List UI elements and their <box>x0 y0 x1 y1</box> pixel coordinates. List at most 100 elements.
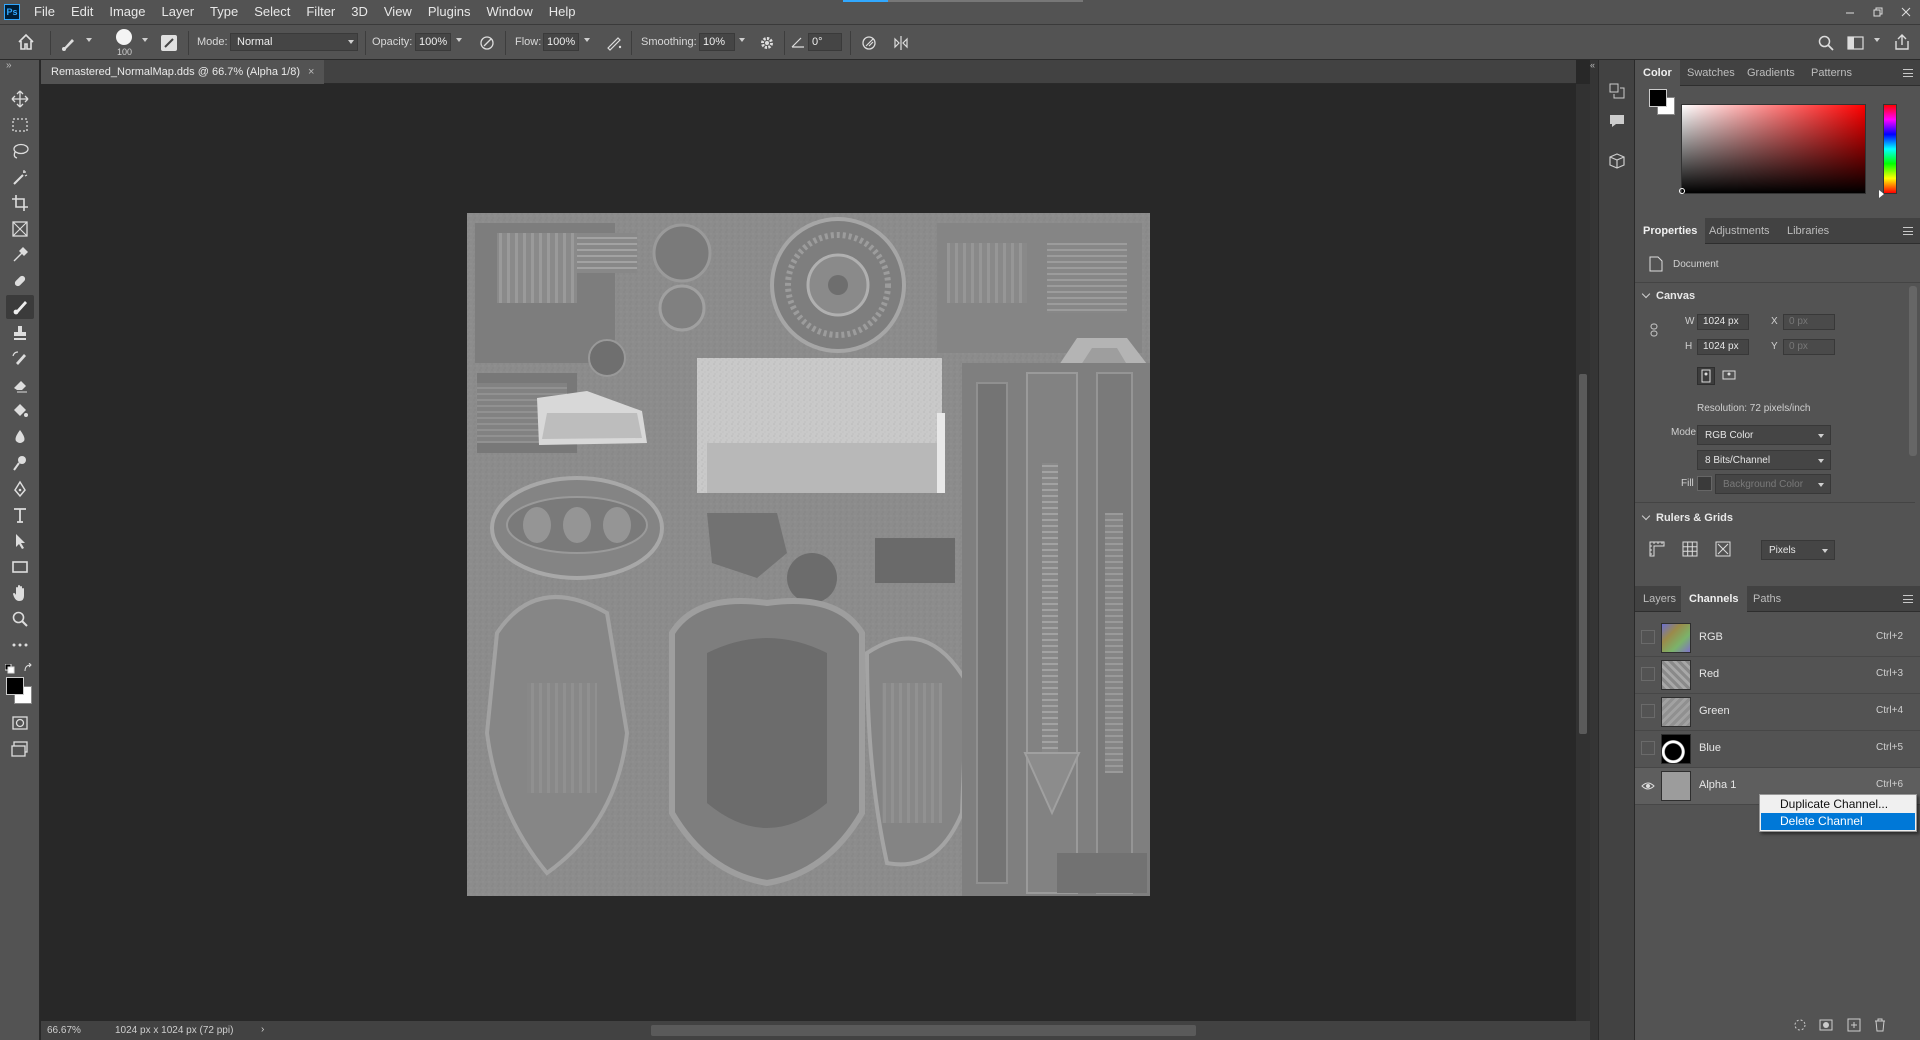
history-brush-tool-icon[interactable] <box>6 347 34 371</box>
mode-dropdown[interactable]: Normal <box>230 33 358 51</box>
hue-slider[interactable] <box>1883 104 1897 194</box>
horizontal-scroll-thumb[interactable] <box>651 1025 1196 1036</box>
dock-collapse-strip[interactable]: « <box>1590 60 1598 1040</box>
symmetry-icon[interactable] <box>892 34 910 52</box>
menu-edit[interactable]: Edit <box>63 0 101 24</box>
lasso-tool-icon[interactable] <box>6 139 34 163</box>
bit-depth-dropdown[interactable]: 8 Bits/Channel <box>1697 450 1831 470</box>
zoom-tool-icon[interactable] <box>6 607 34 631</box>
menu-plugins[interactable]: Plugins <box>420 0 479 24</box>
menu-filter[interactable]: Filter <box>298 0 343 24</box>
minimize-icon[interactable] <box>1836 0 1864 24</box>
canvas-section-header[interactable]: Canvas <box>1643 290 1695 302</box>
scroll-thumb[interactable] <box>1579 374 1587 734</box>
history-icon[interactable] <box>1608 82 1626 100</box>
tab-color[interactable]: Color <box>1635 60 1680 86</box>
trash-icon[interactable] <box>1873 1018 1887 1032</box>
comments-icon[interactable] <box>1608 112 1626 130</box>
menu-layer[interactable]: Layer <box>154 0 203 24</box>
color-picker-cursor[interactable] <box>1679 188 1685 194</box>
home-icon[interactable] <box>17 33 35 51</box>
channel-row-rgb[interactable]: RGB Ctrl+2 <box>1635 620 1920 657</box>
screen-mode-icon[interactable] <box>6 737 34 761</box>
rulers-grids-section-header[interactable]: Rulers & Grids <box>1643 512 1733 524</box>
zoom-level[interactable]: 66.67% <box>47 1025 81 1036</box>
move-tool-icon[interactable] <box>6 87 34 111</box>
menu-type[interactable]: Type <box>202 0 246 24</box>
x-field[interactable]: 0 px <box>1783 314 1835 330</box>
tab-patterns[interactable]: Patterns <box>1803 60 1860 86</box>
type-tool-icon[interactable] <box>6 503 34 527</box>
paint-bucket-tool-icon[interactable] <box>6 399 34 423</box>
path-selection-tool-icon[interactable] <box>6 529 34 553</box>
restore-icon[interactable] <box>1864 0 1892 24</box>
3d-icon[interactable] <box>1608 152 1626 170</box>
hand-tool-icon[interactable] <box>6 581 34 605</box>
tab-paths[interactable]: Paths <box>1745 586 1789 612</box>
chevron-down-icon[interactable] <box>142 38 148 42</box>
angle-field[interactable]: 0° <box>808 33 842 51</box>
guides-icon[interactable] <box>1715 541 1731 557</box>
marquee-tool-icon[interactable] <box>6 113 34 137</box>
menu-help[interactable]: Help <box>541 0 584 24</box>
save-selection-icon[interactable] <box>1819 1018 1833 1032</box>
eyedropper-tool-icon[interactable] <box>6 243 34 267</box>
menu-3d[interactable]: 3D <box>343 0 376 24</box>
healing-brush-tool-icon[interactable] <box>6 269 34 293</box>
hue-slider-handle[interactable] <box>1879 190 1884 198</box>
chevron-down-icon[interactable] <box>584 38 590 42</box>
eye-icon[interactable] <box>1641 779 1655 793</box>
magic-wand-tool-icon[interactable] <box>6 165 34 189</box>
chevron-down-icon[interactable] <box>456 38 462 42</box>
close-icon[interactable] <box>1892 0 1920 24</box>
status-arrow-icon[interactable]: › <box>261 1024 264 1035</box>
tab-layers[interactable]: Layers <box>1635 586 1684 612</box>
opacity-field[interactable]: 100% <box>415 33 451 51</box>
fill-dropdown[interactable]: Background Color <box>1715 474 1831 494</box>
pen-tool-icon[interactable] <box>6 477 34 501</box>
properties-scrollbar[interactable] <box>1909 286 1917 456</box>
default-colors-icon[interactable] <box>5 664 15 674</box>
menu-file[interactable]: File <box>26 0 63 24</box>
menu-window[interactable]: Window <box>478 0 540 24</box>
clone-stamp-tool-icon[interactable] <box>6 321 34 345</box>
chevron-down-icon[interactable] <box>739 38 745 42</box>
visibility-toggle[interactable] <box>1641 630 1655 644</box>
frame-tool-icon[interactable] <box>6 217 34 241</box>
ruler-icon[interactable] <box>1649 541 1665 557</box>
gear-icon[interactable] <box>758 34 776 52</box>
eraser-tool-icon[interactable] <box>6 373 34 397</box>
panel-menu-icon[interactable] <box>1903 595 1913 603</box>
collapse-icon[interactable]: « <box>1590 60 1595 70</box>
visibility-toggle[interactable] <box>1641 667 1655 681</box>
menu-image[interactable]: Image <box>101 0 153 24</box>
crop-tool-icon[interactable] <box>6 191 34 215</box>
quick-mask-icon[interactable] <box>6 711 34 735</box>
portrait-orientation-icon[interactable] <box>1697 367 1715 385</box>
foreground-color-swatch[interactable] <box>1649 89 1667 107</box>
tab-swatches[interactable]: Swatches <box>1679 60 1743 86</box>
chevron-down-icon[interactable] <box>86 38 92 42</box>
grid-icon[interactable] <box>1682 541 1698 557</box>
document-canvas[interactable] <box>467 213 1150 896</box>
chevron-down-icon[interactable] <box>1874 38 1880 42</box>
y-field[interactable]: 0 px <box>1783 339 1835 355</box>
pressure-opacity-icon[interactable] <box>478 34 496 52</box>
search-icon[interactable] <box>1817 34 1835 52</box>
width-field[interactable]: 1024 px <box>1697 314 1749 330</box>
landscape-orientation-icon[interactable] <box>1721 367 1739 385</box>
fill-swatch[interactable] <box>1697 476 1712 491</box>
visibility-toggle[interactable] <box>1641 741 1655 755</box>
menu-view[interactable]: View <box>376 0 420 24</box>
workspace-icon[interactable] <box>1847 35 1865 51</box>
swap-colors-icon[interactable] <box>23 663 33 673</box>
visibility-toggle[interactable] <box>1641 704 1655 718</box>
brush-tool-icon[interactable] <box>6 295 34 319</box>
menu-select[interactable]: Select <box>246 0 298 24</box>
rectangle-tool-icon[interactable] <box>6 555 34 579</box>
collapse-icon[interactable]: » <box>6 60 12 71</box>
foreground-color-swatch[interactable] <box>6 677 24 695</box>
tab-adjustments[interactable]: Adjustments <box>1701 218 1778 244</box>
units-dropdown[interactable]: Pixels <box>1761 540 1835 560</box>
panel-menu-icon[interactable] <box>1903 69 1913 77</box>
